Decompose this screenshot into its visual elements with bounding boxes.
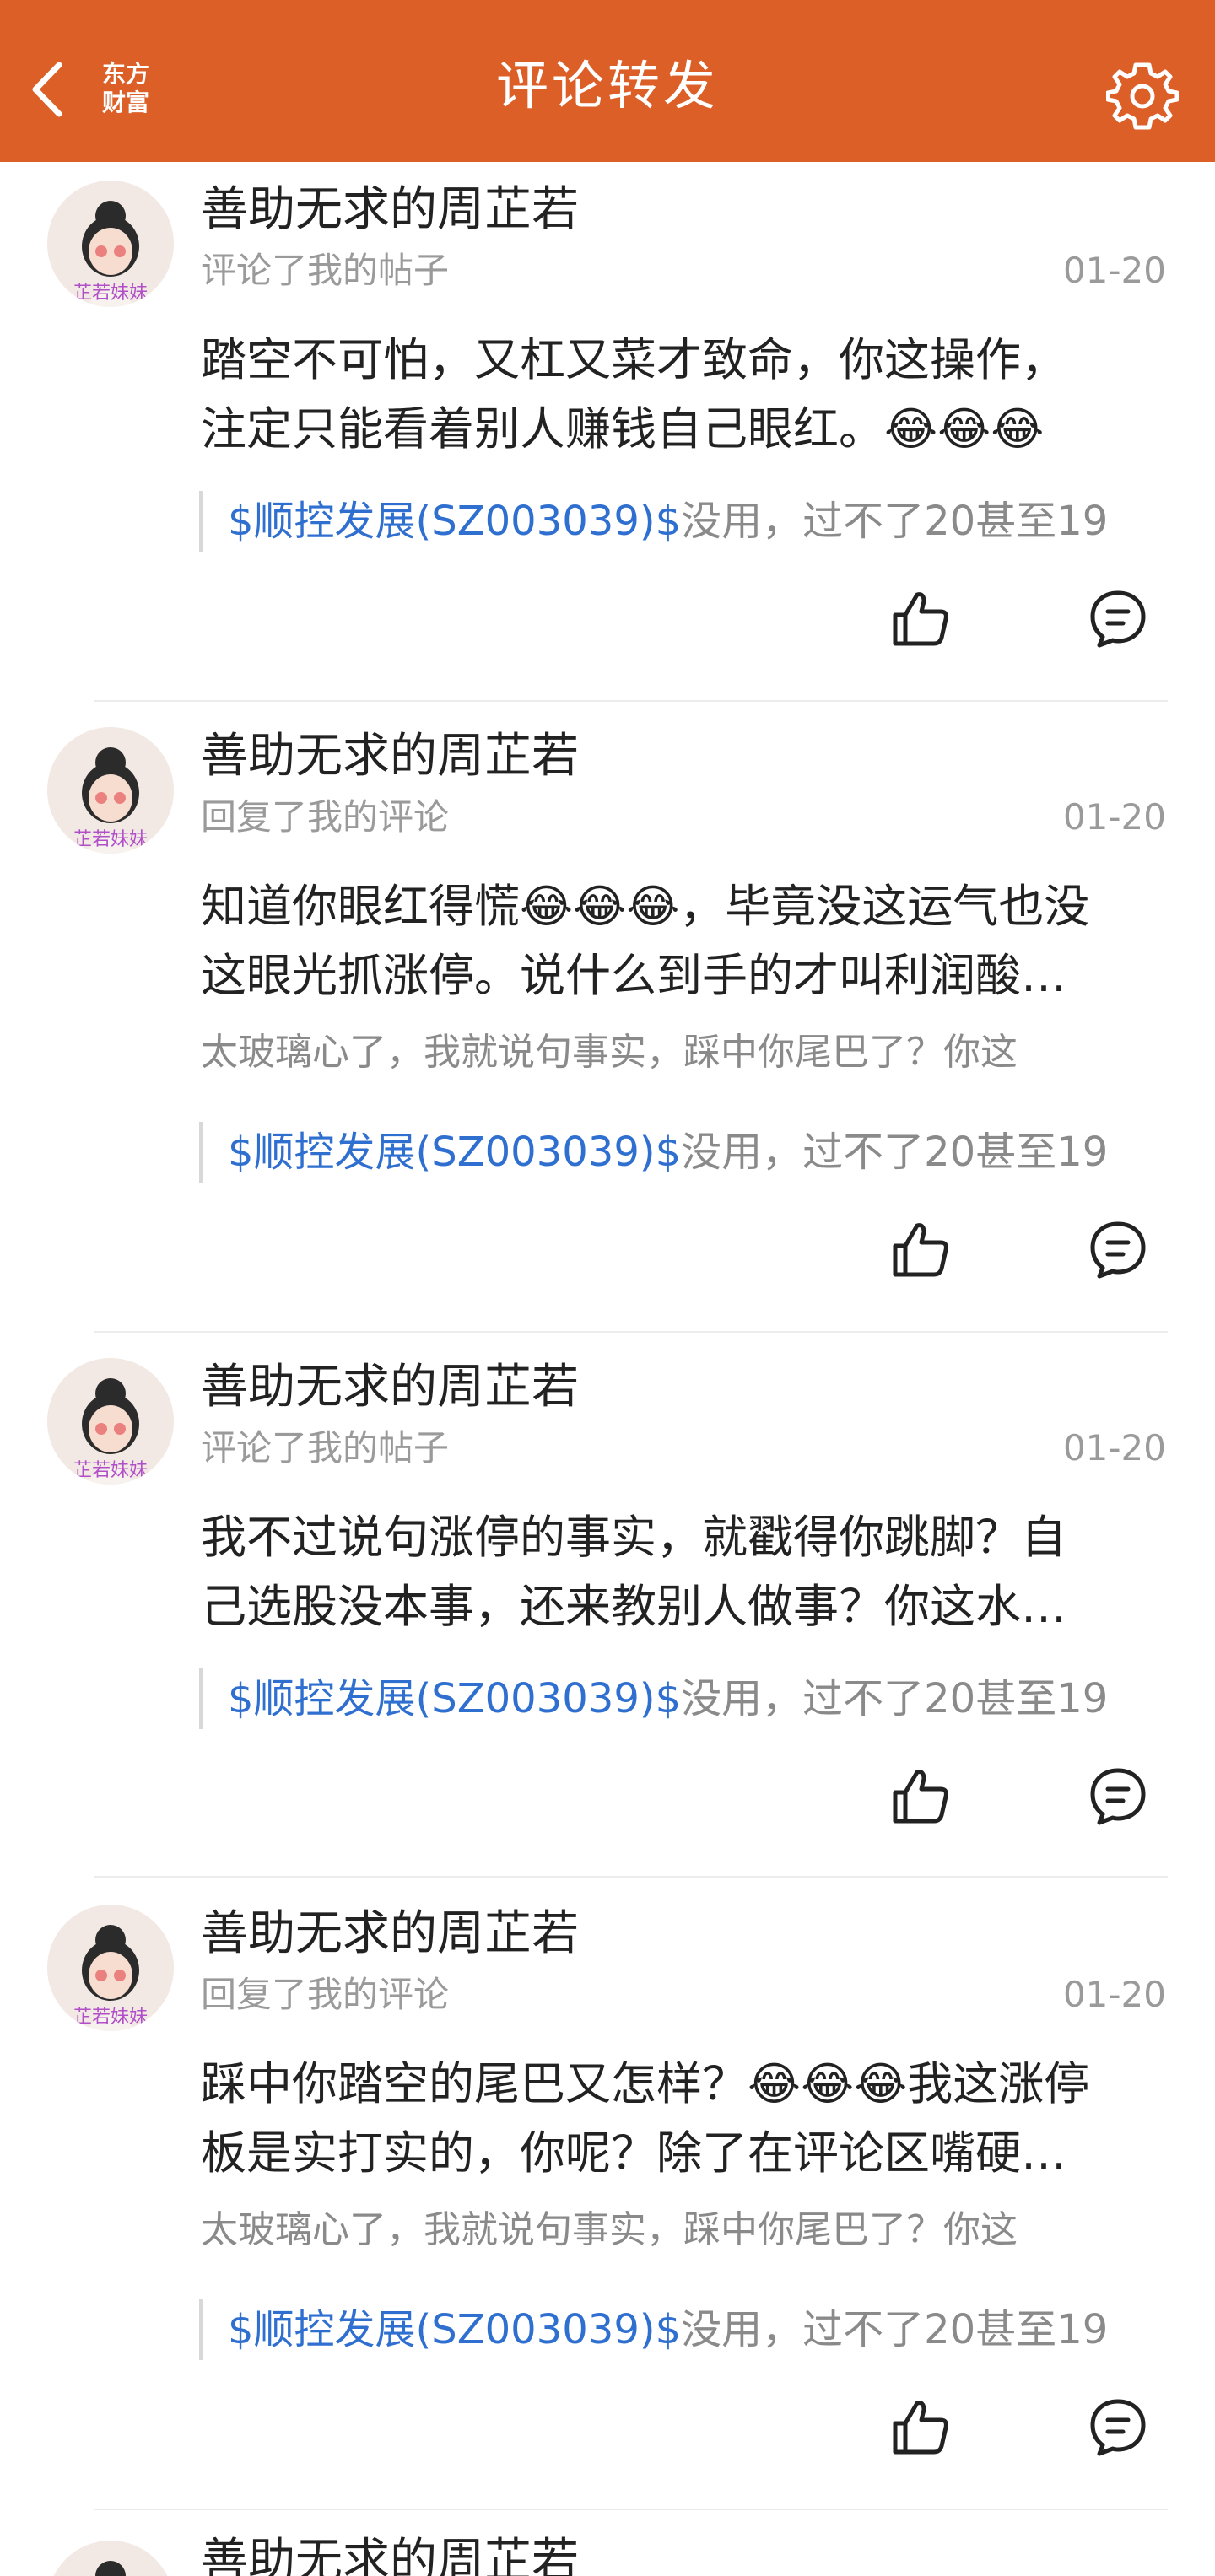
stock-link[interactable]: $顺控发展(SZ003039)$ [228,498,681,545]
like-button[interactable] [883,2389,958,2465]
back-button[interactable] [24,59,71,120]
thumbs-up-icon [893,1770,948,1824]
content-line: 这眼光抓涨停。说什么到手的才叫利润酸… [201,949,1066,1002]
comment-icon [1090,1221,1146,1279]
comment-date: 01-20 [1062,250,1166,291]
avatar-image: 芷若妹妹 [47,1905,174,2031]
content-line: 踩中你踏空的尾巴又怎样？😂😂😂我这涨停 [201,2057,1090,2110]
logo-line-1: 东方 [101,60,149,88]
comment-icon [1090,590,1146,648]
quoted-post[interactable]: $顺控发展(SZ003039)$没用，过不了20甚至19 [199,1122,1171,1183]
divider [94,1331,1168,1333]
comment-content[interactable]: 踩中你踏空的尾巴又怎样？😂😂😂我这涨停 板是实打实的，你呢？除了在评论区嘴硬… [201,2050,1171,2188]
username[interactable]: 善助无求的周芷若 [201,1360,579,1415]
replied-comment[interactable]: 太玻璃心了，我就说句事实，踩中你尾巴了？你这 [201,2207,1169,2254]
reply-button[interactable] [1080,1758,1156,1834]
svg-text:芷若妹妹: 芷若妹妹 [73,1460,148,1481]
comment-date: 01-20 [1062,796,1166,838]
like-button[interactable] [883,580,958,656]
quote-text: 没用，过不了20甚至19 [681,498,1109,545]
avatar-image [47,2541,174,2576]
comment-content[interactable]: 知道你眼红得慌😂😂😂，毕竟没这运气也没 这眼光抓涨停。说什么到手的才叫利润酸… [201,872,1171,1010]
avatar[interactable] [47,2541,174,2576]
quote-text: 没用，过不了20甚至19 [681,1675,1109,1722]
chevron-left-icon [32,62,62,117]
settings-button[interactable] [1102,56,1183,137]
reply-button[interactable] [1080,2389,1156,2465]
avatar-image: 芷若妹妹 [47,1358,174,1485]
username[interactable]: 善助无求的周芷若 [201,1906,579,1962]
avatar[interactable]: 芷若妹妹 [47,1358,174,1485]
content-line: 踏空不可怕，又杠又菜才致命，你这操作， [201,333,1066,386]
divider [94,2509,1168,2510]
comment-item[interactable]: 芷若妹妹 善助无求的周芷若 评论了我的帖子 01-20 踏空不可怕，又杠又菜才致… [0,162,1215,702]
thumbs-up-icon [893,1223,948,1277]
comment-item[interactable]: 芷若妹妹 善助无求的周芷若 回复了我的评论 01-20 踩中你踏空的尾巴又怎样？… [0,1886,1215,2517]
app-logo[interactable]: 东方 财富 [88,51,164,127]
comment-content[interactable]: 我不过说句涨停的事实，就戳得你跳脚？自 己选股没本事，还来教别人做事？你这水… [201,1503,1171,1641]
quote-text: 没用，过不了20甚至19 [681,1129,1109,1176]
action-text: 回复了我的评论 [201,1974,450,2015]
like-button[interactable] [883,1211,958,1287]
thumbs-up-icon [893,592,948,646]
stock-link[interactable]: $顺控发展(SZ003039)$ [228,2306,681,2353]
avatar-image: 芷若妹妹 [47,181,174,307]
stock-link[interactable]: $顺控发展(SZ003039)$ [228,1675,681,1722]
comment-content[interactable]: 踏空不可怕，又杠又菜才致命，你这操作， 注定只能看着别人赚钱自己眼红。😂😂😂 [201,326,1171,464]
logo-line-2: 财富 [101,89,149,116]
quoted-post[interactable]: $顺控发展(SZ003039)$没用，过不了20甚至19 [199,491,1171,552]
avatar[interactable]: 芷若妹妹 [47,181,174,307]
divider [94,700,1168,702]
content-line: 板是实打实的，你呢？除了在评论区嘴硬… [201,2126,1066,2180]
page-title: 评论转发 [495,55,719,116]
content-line: 己选股没本事，还来教别人做事？你这水… [201,1580,1066,1633]
content-line: 注定只能看着别人赚钱自己眼红。😂😂😂 [201,402,1045,455]
action-text: 评论了我的帖子 [201,1427,450,1469]
gear-icon [1106,62,1179,130]
comment-date: 01-20 [1062,1427,1166,1469]
content-line: 我不过说句涨停的事实，就戳得你跳脚？自 [201,1511,1066,1564]
action-text: 回复了我的评论 [201,796,450,838]
svg-text:芷若妹妹: 芷若妹妹 [73,283,148,304]
action-text: 评论了我的帖子 [201,250,450,291]
avatar[interactable]: 芷若妹妹 [47,727,174,854]
avatar-image: 芷若妹妹 [47,727,174,854]
quote-text: 没用，过不了20甚至19 [681,2306,1109,2353]
reply-button[interactable] [1080,580,1156,656]
reply-button[interactable] [1080,1211,1156,1287]
divider [94,1876,1168,1878]
content-line: 知道你眼红得慌😂😂😂，毕竟没这运气也没 [201,880,1090,933]
top-nav-bar: 东方 财富 评论转发 [0,0,1215,162]
avatar[interactable]: 芷若妹妹 [47,1905,174,2031]
username[interactable]: 善助无求的周芷若 [201,182,579,238]
comment-date: 01-20 [1062,1974,1166,2015]
comment-icon [1090,1768,1146,1825]
svg-text:芷若妹妹: 芷若妹妹 [73,2007,148,2028]
quoted-post[interactable]: $顺控发展(SZ003039)$没用，过不了20甚至19 [199,1668,1171,1729]
svg-text:芷若妹妹: 芷若妹妹 [73,829,148,850]
comment-item[interactable]: 芷若妹妹 善助无求的周芷若 回复了我的评论 01-20 知道你眼红得慌😂😂😂，毕… [0,709,1215,1339]
comment-item[interactable]: 芷若妹妹 善助无求的周芷若 评论了我的帖子 01-20 我不过说句涨停的事实，就… [0,1339,1215,1886]
username[interactable]: 善助无求的周芷若 [201,729,579,784]
comment-icon [1090,2399,1146,2456]
like-button[interactable] [883,1758,958,1834]
username[interactable]: 善助无求的周芷若 [201,2534,579,2576]
quoted-post[interactable]: $顺控发展(SZ003039)$没用，过不了20甚至19 [199,2299,1171,2360]
thumbs-up-icon [893,2401,948,2455]
comment-item[interactable]: 善助无求的周芷若 [0,2517,1215,2576]
stock-link[interactable]: $顺控发展(SZ003039)$ [228,1129,681,1176]
replied-comment[interactable]: 太玻璃心了，我就说句事实，踩中你尾巴了？你这 [201,1029,1169,1076]
